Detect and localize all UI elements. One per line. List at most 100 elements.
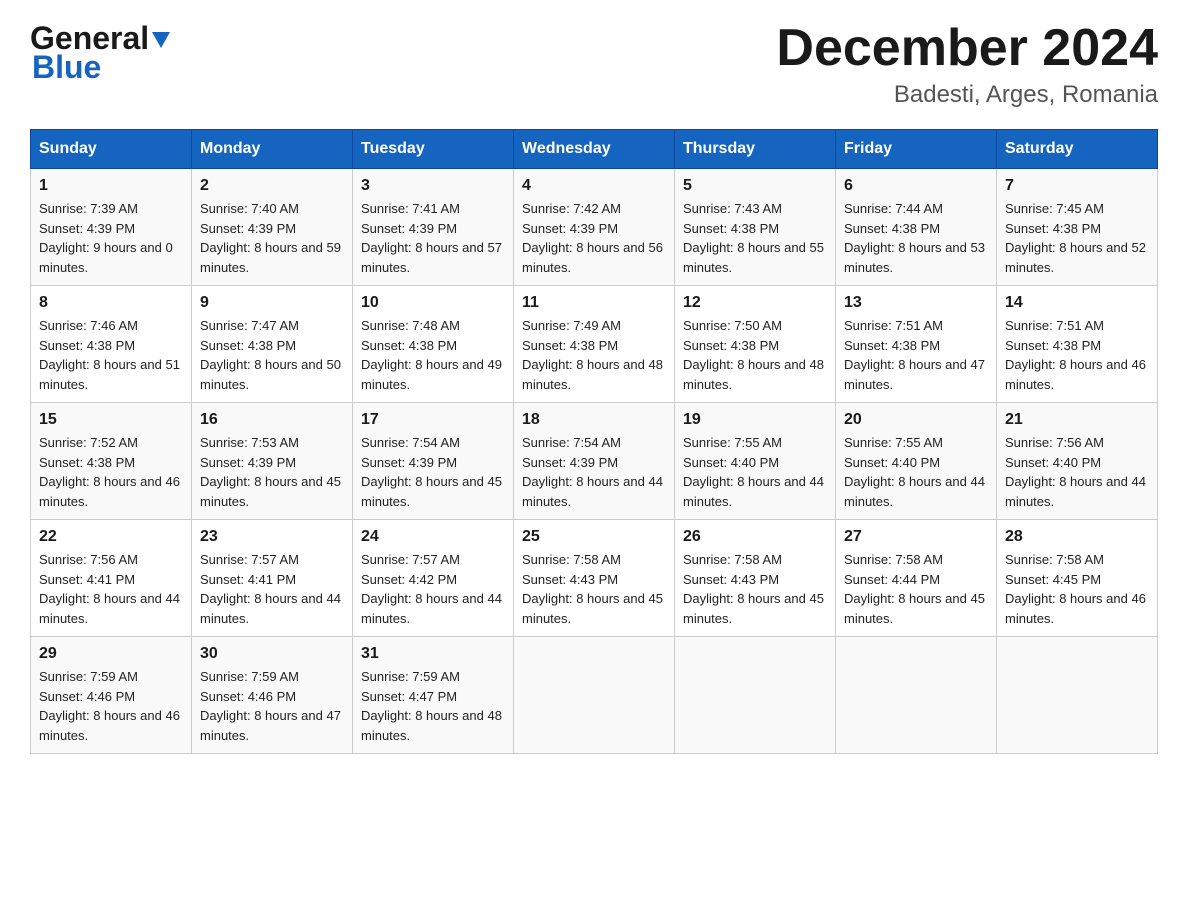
day-info: Sunrise: 7:51 AM Sunset: 4:38 PM Dayligh… [844,316,988,394]
sunset-label: Sunset: 4:38 PM [1005,221,1101,236]
sunrise-label: Sunrise: 7:57 AM [200,552,299,567]
day-number: 30 [200,645,344,663]
calendar-cell: 11 Sunrise: 7:49 AM Sunset: 4:38 PM Dayl… [514,286,675,403]
calendar-cell: 4 Sunrise: 7:42 AM Sunset: 4:39 PM Dayli… [514,169,675,286]
day-info: Sunrise: 7:50 AM Sunset: 4:38 PM Dayligh… [683,316,827,394]
daylight-label: Daylight: 8 hours and 44 minutes. [683,474,824,509]
week-row-4: 22 Sunrise: 7:56 AM Sunset: 4:41 PM Dayl… [31,520,1158,637]
sunrise-label: Sunrise: 7:47 AM [200,318,299,333]
calendar-cell: 15 Sunrise: 7:52 AM Sunset: 4:38 PM Dayl… [31,403,192,520]
day-number: 27 [844,528,988,546]
calendar-cell: 12 Sunrise: 7:50 AM Sunset: 4:38 PM Dayl… [675,286,836,403]
calendar-cell: 14 Sunrise: 7:51 AM Sunset: 4:38 PM Dayl… [997,286,1158,403]
day-info: Sunrise: 7:53 AM Sunset: 4:39 PM Dayligh… [200,433,344,511]
day-number: 5 [683,177,827,195]
sunset-label: Sunset: 4:38 PM [844,338,940,353]
month-title: December 2024 [776,20,1158,77]
calendar-cell: 2 Sunrise: 7:40 AM Sunset: 4:39 PM Dayli… [192,169,353,286]
day-header-saturday: Saturday [997,130,1158,169]
day-header-sunday: Sunday [31,130,192,169]
daylight-label: Daylight: 8 hours and 45 minutes. [522,591,663,626]
day-info: Sunrise: 7:47 AM Sunset: 4:38 PM Dayligh… [200,316,344,394]
daylight-label: Daylight: 8 hours and 44 minutes. [200,591,341,626]
day-number: 17 [361,411,505,429]
calendar-header: SundayMondayTuesdayWednesdayThursdayFrid… [31,130,1158,169]
day-info: Sunrise: 7:59 AM Sunset: 4:46 PM Dayligh… [200,667,344,745]
calendar-cell: 17 Sunrise: 7:54 AM Sunset: 4:39 PM Dayl… [353,403,514,520]
calendar-cell: 3 Sunrise: 7:41 AM Sunset: 4:39 PM Dayli… [353,169,514,286]
day-number: 14 [1005,294,1149,312]
day-info: Sunrise: 7:59 AM Sunset: 4:47 PM Dayligh… [361,667,505,745]
days-header-row: SundayMondayTuesdayWednesdayThursdayFrid… [31,130,1158,169]
calendar-cell: 6 Sunrise: 7:44 AM Sunset: 4:38 PM Dayli… [836,169,997,286]
calendar-cell: 31 Sunrise: 7:59 AM Sunset: 4:47 PM Dayl… [353,637,514,754]
daylight-label: Daylight: 8 hours and 44 minutes. [361,591,502,626]
calendar-cell: 21 Sunrise: 7:56 AM Sunset: 4:40 PM Dayl… [997,403,1158,520]
sunset-label: Sunset: 4:38 PM [683,338,779,353]
calendar-cell: 7 Sunrise: 7:45 AM Sunset: 4:38 PM Dayli… [997,169,1158,286]
day-info: Sunrise: 7:58 AM Sunset: 4:43 PM Dayligh… [522,550,666,628]
sunset-label: Sunset: 4:40 PM [683,455,779,470]
calendar-cell: 1 Sunrise: 7:39 AM Sunset: 4:39 PM Dayli… [31,169,192,286]
daylight-label: Daylight: 8 hours and 46 minutes. [39,708,180,743]
calendar-cell [997,637,1158,754]
sunrise-label: Sunrise: 7:54 AM [522,435,621,450]
day-info: Sunrise: 7:58 AM Sunset: 4:43 PM Dayligh… [683,550,827,628]
day-number: 29 [39,645,183,663]
sunrise-label: Sunrise: 7:58 AM [844,552,943,567]
sunset-label: Sunset: 4:38 PM [844,221,940,236]
sunset-label: Sunset: 4:38 PM [39,338,135,353]
daylight-label: Daylight: 8 hours and 45 minutes. [200,474,341,509]
daylight-label: Daylight: 9 hours and 0 minutes. [39,240,173,275]
day-info: Sunrise: 7:55 AM Sunset: 4:40 PM Dayligh… [683,433,827,511]
sunset-label: Sunset: 4:39 PM [200,221,296,236]
sunrise-label: Sunrise: 7:52 AM [39,435,138,450]
day-number: 28 [1005,528,1149,546]
calendar-cell: 5 Sunrise: 7:43 AM Sunset: 4:38 PM Dayli… [675,169,836,286]
calendar-cell: 25 Sunrise: 7:58 AM Sunset: 4:43 PM Dayl… [514,520,675,637]
calendar-cell: 10 Sunrise: 7:48 AM Sunset: 4:38 PM Dayl… [353,286,514,403]
day-number: 9 [200,294,344,312]
daylight-label: Daylight: 8 hours and 51 minutes. [39,357,180,392]
week-row-1: 1 Sunrise: 7:39 AM Sunset: 4:39 PM Dayli… [31,169,1158,286]
sunset-label: Sunset: 4:38 PM [683,221,779,236]
sunset-label: Sunset: 4:38 PM [361,338,457,353]
calendar-table: SundayMondayTuesdayWednesdayThursdayFrid… [30,129,1158,754]
day-info: Sunrise: 7:46 AM Sunset: 4:38 PM Dayligh… [39,316,183,394]
calendar-cell: 20 Sunrise: 7:55 AM Sunset: 4:40 PM Dayl… [836,403,997,520]
day-number: 15 [39,411,183,429]
day-header-thursday: Thursday [675,130,836,169]
daylight-label: Daylight: 8 hours and 45 minutes. [844,591,985,626]
calendar-cell: 28 Sunrise: 7:58 AM Sunset: 4:45 PM Dayl… [997,520,1158,637]
daylight-label: Daylight: 8 hours and 45 minutes. [361,474,502,509]
daylight-label: Daylight: 8 hours and 55 minutes. [683,240,824,275]
sunrise-label: Sunrise: 7:51 AM [1005,318,1104,333]
calendar-cell [514,637,675,754]
sunset-label: Sunset: 4:45 PM [1005,572,1101,587]
calendar-cell: 13 Sunrise: 7:51 AM Sunset: 4:38 PM Dayl… [836,286,997,403]
sunset-label: Sunset: 4:44 PM [844,572,940,587]
day-number: 12 [683,294,827,312]
week-row-5: 29 Sunrise: 7:59 AM Sunset: 4:46 PM Dayl… [31,637,1158,754]
sunrise-label: Sunrise: 7:53 AM [200,435,299,450]
daylight-label: Daylight: 8 hours and 48 minutes. [522,357,663,392]
daylight-label: Daylight: 8 hours and 44 minutes. [39,591,180,626]
logo-triangle-icon [150,28,172,50]
sunrise-label: Sunrise: 7:51 AM [844,318,943,333]
day-number: 6 [844,177,988,195]
week-row-3: 15 Sunrise: 7:52 AM Sunset: 4:38 PM Dayl… [31,403,1158,520]
logo-blue: Blue [32,49,101,86]
sunrise-label: Sunrise: 7:48 AM [361,318,460,333]
daylight-label: Daylight: 8 hours and 49 minutes. [361,357,502,392]
day-number: 11 [522,294,666,312]
day-info: Sunrise: 7:56 AM Sunset: 4:41 PM Dayligh… [39,550,183,628]
day-info: Sunrise: 7:51 AM Sunset: 4:38 PM Dayligh… [1005,316,1149,394]
sunrise-label: Sunrise: 7:58 AM [683,552,782,567]
sunrise-label: Sunrise: 7:45 AM [1005,201,1104,216]
day-number: 10 [361,294,505,312]
sunrise-label: Sunrise: 7:42 AM [522,201,621,216]
day-number: 24 [361,528,505,546]
day-number: 16 [200,411,344,429]
sunset-label: Sunset: 4:39 PM [200,455,296,470]
sunrise-label: Sunrise: 7:43 AM [683,201,782,216]
